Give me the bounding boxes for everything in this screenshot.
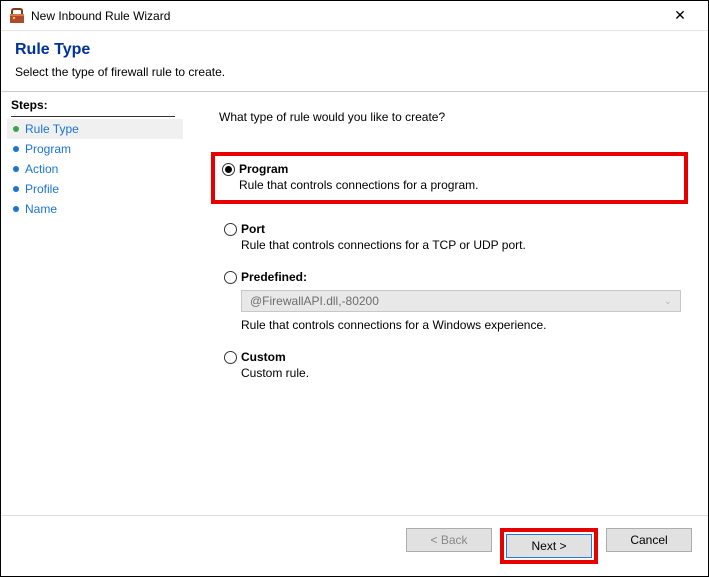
dropdown-value: @FirewallAPI.dll,-80200 — [250, 294, 379, 308]
sidebar-title: Steps: — [11, 98, 183, 112]
option-desc: Rule that controls connections for a pro… — [239, 178, 676, 192]
bullet-icon — [13, 146, 19, 152]
step-profile[interactable]: Profile — [7, 179, 183, 199]
header: Rule Type Select the type of firewall ru… — [1, 31, 708, 91]
bullet-icon — [13, 206, 19, 212]
bullet-icon — [13, 166, 19, 172]
option-title: Program — [239, 162, 676, 176]
options-group: Program Rule that controls connections f… — [219, 152, 688, 380]
option-title: Predefined: — [241, 270, 688, 284]
step-rule-type[interactable]: Rule Type — [7, 119, 183, 139]
footer: < Back Next > Cancel — [1, 515, 708, 576]
radio-custom[interactable] — [224, 351, 237, 364]
window-title: New Inbound Rule Wizard — [31, 9, 660, 23]
bullet-icon — [13, 126, 19, 132]
steps-sidebar: Steps: Rule Type Program Action Profile … — [1, 92, 183, 515]
radio-port[interactable] — [224, 223, 237, 236]
chevron-down-icon: ⌄ — [664, 296, 672, 307]
option-title: Port — [241, 222, 688, 236]
titlebar: New Inbound Rule Wizard ✕ — [1, 1, 708, 31]
close-button[interactable]: ✕ — [660, 7, 700, 24]
page-subtitle: Select the type of firewall rule to crea… — [15, 65, 694, 79]
step-program[interactable]: Program — [7, 139, 183, 159]
sidebar-divider — [11, 116, 175, 117]
step-label: Action — [25, 162, 58, 176]
option-predefined[interactable]: Predefined: @FirewallAPI.dll,-80200 ⌄ Ru… — [219, 270, 688, 332]
option-desc: Rule that controls connections for a Win… — [241, 318, 688, 332]
option-desc: Rule that controls connections for a TCP… — [241, 238, 688, 252]
step-action[interactable]: Action — [7, 159, 183, 179]
predefined-dropdown: @FirewallAPI.dll,-80200 ⌄ — [241, 290, 681, 312]
option-title: Custom — [241, 350, 688, 364]
step-label: Profile — [25, 182, 59, 196]
step-label: Name — [25, 202, 57, 216]
page-title: Rule Type — [15, 41, 694, 59]
bullet-icon — [13, 186, 19, 192]
next-button[interactable]: Next > — [506, 534, 592, 558]
step-name[interactable]: Name — [7, 199, 183, 219]
main-panel: What type of rule would you like to crea… — [183, 92, 708, 515]
option-port[interactable]: Port Rule that controls connections for … — [219, 222, 688, 252]
radio-program[interactable] — [222, 163, 235, 176]
step-label: Program — [25, 142, 71, 156]
highlight-program: Program Rule that controls connections f… — [211, 152, 688, 204]
highlight-next: Next > — [500, 528, 598, 564]
option-custom[interactable]: Custom Custom rule. — [219, 350, 688, 380]
prompt-text: What type of rule would you like to crea… — [219, 110, 688, 124]
option-desc: Custom rule. — [241, 366, 688, 380]
step-label: Rule Type — [25, 122, 79, 136]
app-icon — [9, 8, 25, 24]
cancel-button[interactable]: Cancel — [606, 528, 692, 552]
radio-predefined[interactable] — [224, 271, 237, 284]
back-button: < Back — [406, 528, 492, 552]
option-program[interactable]: Program Rule that controls connections f… — [217, 162, 676, 192]
